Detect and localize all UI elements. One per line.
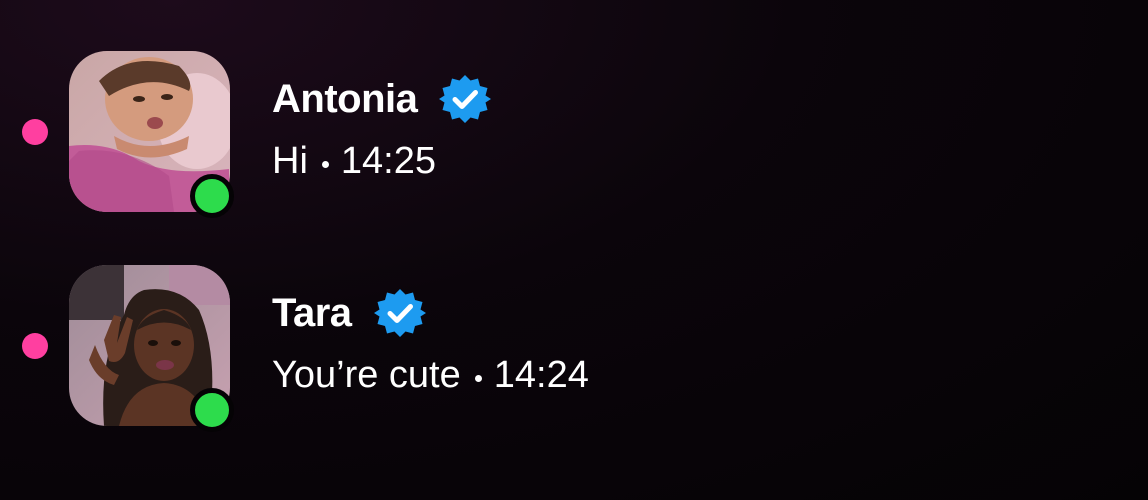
- contact-name: Tara: [272, 291, 352, 335]
- chat-list: Antonia Hi 14:25 Tara You’re cute 14:24: [0, 0, 1148, 500]
- contact-name: Antonia: [272, 77, 418, 121]
- message-time: 14:25: [340, 140, 436, 182]
- message-preview-line: You’re cute 14:24: [272, 352, 589, 398]
- verified-badge-icon: [373, 289, 426, 337]
- separator-dot: [474, 374, 482, 382]
- message-preview-line: Hi 14:25: [272, 138, 436, 184]
- last-message: You’re cute: [272, 354, 461, 396]
- unread-indicator: [22, 333, 48, 359]
- verified-badge-icon: [439, 75, 492, 123]
- unread-indicator: [22, 119, 48, 145]
- name-line: Tara: [272, 289, 426, 337]
- online-status-indicator: [190, 388, 234, 432]
- separator-dot: [321, 160, 329, 168]
- message-time: 14:24: [493, 354, 589, 396]
- last-message: Hi: [272, 140, 308, 182]
- name-line: Antonia: [272, 75, 492, 123]
- chat-row[interactable]: Tara You’re cute 14:24: [0, 262, 1148, 432]
- chat-row[interactable]: Antonia Hi 14:25: [0, 48, 1148, 218]
- online-status-indicator: [190, 174, 234, 218]
